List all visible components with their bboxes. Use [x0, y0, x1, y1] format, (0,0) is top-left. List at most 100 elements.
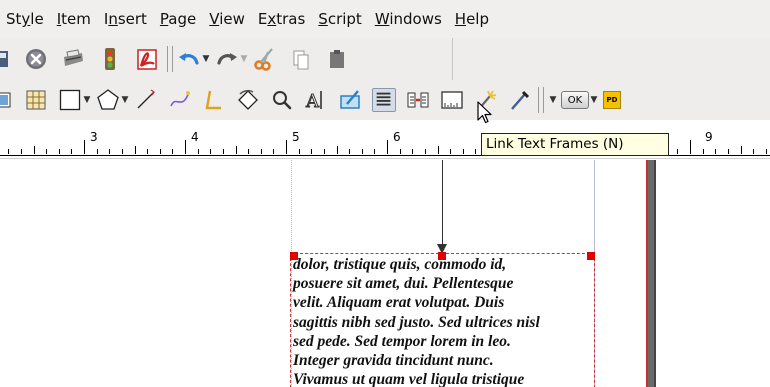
save-icon[interactable]	[0, 47, 10, 71]
ruler-tick	[34, 146, 35, 154]
ruler-tick	[387, 140, 388, 154]
menu-bar: Style Item Insert Page View Extras Scrip…	[0, 0, 770, 38]
ruler-tick	[223, 149, 224, 154]
ruler-tick	[362, 149, 363, 154]
ruler-tick	[273, 149, 274, 154]
tools-toolbar-group: ▼ ▼ A ▼ OK ▼ PD	[0, 80, 770, 120]
eyedropper-icon[interactable]	[508, 88, 532, 112]
file-toolbar: ▼ ▼	[0, 38, 770, 80]
ruler-tick	[715, 149, 716, 154]
ruler-tick	[172, 149, 173, 154]
ruler-tick	[59, 149, 60, 154]
shape-rectangle-icon[interactable]	[58, 88, 82, 112]
ruler-tick	[766, 149, 767, 154]
polygon-icon[interactable]	[96, 88, 120, 112]
ruler-tick	[438, 146, 439, 154]
ruler-label: 9	[705, 130, 713, 144]
tooltip: Link Text Frames (N)	[481, 133, 669, 156]
close-document-icon[interactable]	[24, 47, 48, 71]
pdf-tools-dropdown-icon[interactable]: ▼	[548, 95, 558, 105]
text-line: posuere sit amet, dui. Pellentesque	[293, 275, 514, 293]
ruler-tick	[71, 149, 72, 154]
redo-dropdown-icon[interactable]: ▼	[239, 54, 249, 64]
image-frame-icon[interactable]	[0, 88, 14, 112]
shape-dropdown-icon[interactable]: ▼	[82, 95, 92, 105]
ruler-tick	[425, 149, 426, 154]
ruler-tick	[690, 140, 691, 154]
pdf-fields-dropdown-icon[interactable]: ▼	[589, 95, 599, 105]
text-line: sed pede. Sed tempor lorem in leo.	[293, 332, 511, 350]
ruler-tick	[160, 149, 161, 154]
copy-icon[interactable]	[289, 47, 313, 71]
ruler-tick	[311, 149, 312, 154]
text-line: Vivamus ut quam vel ligula tristique	[293, 371, 525, 387]
polygon-dropdown-icon[interactable]: ▼	[120, 95, 130, 105]
ruler-tick	[122, 149, 123, 154]
ruler-tick	[337, 146, 338, 154]
zoom-icon[interactable]	[270, 88, 294, 112]
menu-extras[interactable]: Extras	[258, 10, 305, 28]
ruler-tick	[753, 149, 754, 154]
paste-icon[interactable]	[325, 47, 349, 71]
toolbar-separator	[167, 46, 173, 72]
ruler-tick	[135, 146, 136, 154]
ruler-tick	[147, 149, 148, 154]
ruler-tick	[450, 149, 451, 154]
mouse-pointer-icon	[477, 101, 492, 124]
ruler-tick	[677, 149, 678, 154]
ruler-tick	[248, 149, 249, 154]
menu-insert[interactable]: Insert	[104, 10, 147, 28]
tools-toolbar: ▼ ▼ A ▼ OK ▼ PD	[0, 80, 770, 120]
ruler-label: 4	[191, 130, 199, 144]
link-text-frames-icon[interactable]	[372, 88, 396, 112]
redo-icon[interactable]	[215, 47, 239, 71]
edit-contents-icon[interactable]	[338, 88, 362, 112]
text-frame-content: dolor, tristique quis, commodo id, posue…	[293, 255, 593, 387]
ruler-tick	[198, 149, 199, 154]
preflight-verifier-icon[interactable]	[98, 47, 122, 71]
menu-help[interactable]: Help	[455, 10, 489, 28]
ruler-tick	[475, 149, 476, 154]
ruler-tick	[299, 149, 300, 154]
ruler-tick	[185, 140, 186, 154]
ruler-label: 6	[393, 130, 401, 144]
undo-icon[interactable]	[177, 47, 201, 71]
file-toolbar-group: ▼ ▼	[0, 38, 453, 80]
menu-script[interactable]: Script	[318, 10, 362, 28]
text-line: dolor, tristique quis, commodo id,	[293, 256, 507, 273]
table-icon[interactable]	[24, 88, 48, 112]
menu-item[interactable]: Item	[57, 10, 91, 28]
line-icon[interactable]	[134, 88, 158, 112]
cut-icon[interactable]	[253, 47, 277, 71]
edit-text-icon[interactable]: A	[304, 88, 328, 112]
ruler-tick	[97, 149, 98, 154]
ruler-label: 3	[90, 130, 98, 144]
export-pdf-icon[interactable]	[135, 47, 159, 71]
menu-page[interactable]: Page	[160, 10, 196, 28]
ruler-tick	[463, 149, 464, 154]
menu-windows[interactable]: Windows	[375, 10, 442, 28]
undo-dropdown-icon[interactable]: ▼	[201, 54, 211, 64]
ruler-tick	[324, 149, 325, 154]
print-icon[interactable]	[61, 47, 85, 71]
ruler-tick	[728, 149, 729, 154]
menu-style[interactable]: Style	[6, 10, 44, 28]
pdf-annotation-icon[interactable]: PD	[603, 91, 621, 109]
pasteboard	[656, 160, 770, 387]
ruler-tick	[84, 140, 85, 154]
unlink-text-frames-icon[interactable]	[406, 88, 430, 112]
freehand-line-icon[interactable]	[202, 88, 226, 112]
ruler-tick	[374, 149, 375, 154]
ruler-label: 5	[292, 130, 300, 144]
pdf-push-button[interactable]: OK	[561, 91, 589, 109]
bezier-curve-icon[interactable]	[168, 88, 192, 112]
text-link-arrow	[442, 160, 443, 248]
ruler-tick	[703, 149, 704, 154]
document-canvas[interactable]: dolor, tristique quis, commodo id, posue…	[0, 160, 770, 387]
measurements-icon[interactable]	[440, 88, 464, 112]
menu-view[interactable]: View	[209, 10, 245, 28]
ruler-tick	[46, 149, 47, 154]
svg-text:A: A	[305, 91, 320, 112]
rotate-item-icon[interactable]	[236, 88, 260, 112]
ruler-tick	[400, 149, 401, 154]
